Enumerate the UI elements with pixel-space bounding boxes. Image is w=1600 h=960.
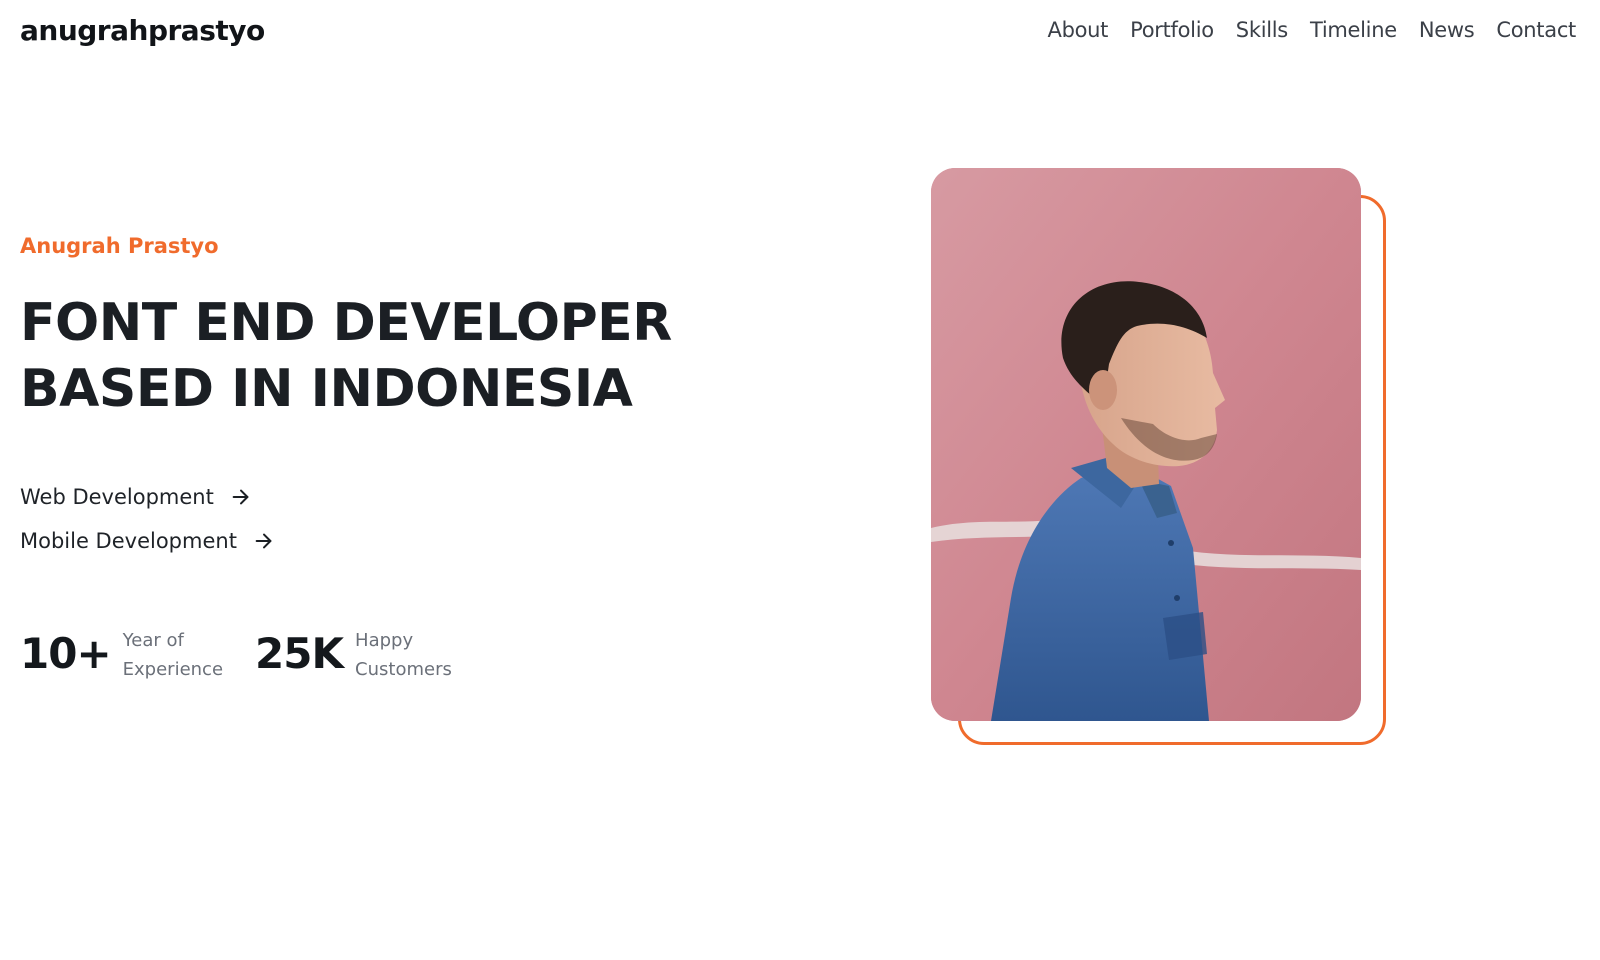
stat-customers: 25K Happy Customers bbox=[255, 625, 452, 684]
stat-value: 10+ bbox=[20, 629, 112, 678]
stat-label-line-2: Experience bbox=[122, 659, 224, 680]
service-label: Web Development bbox=[20, 485, 214, 509]
hero-headline: FONT END DEVELOPER BASED IN INDONESIA bbox=[20, 290, 740, 422]
nav-contact[interactable]: Contact bbox=[1496, 18, 1576, 42]
page: anugrahprastyo About Portfolio Skills Ti… bbox=[0, 0, 1600, 960]
headline-line-2: BASED IN INDONESIA bbox=[20, 359, 633, 419]
stat-label-line-1: Happy bbox=[355, 630, 414, 651]
arrow-right-icon bbox=[255, 533, 272, 549]
services-list: Web Development Mobile Development bbox=[20, 482, 275, 556]
profile-photo-illustration bbox=[931, 168, 1361, 721]
stat-experience: 10+ Year of Experience bbox=[20, 625, 223, 684]
profile-photo bbox=[931, 168, 1361, 721]
stat-label: Happy Customers bbox=[355, 625, 452, 684]
stat-label-line-1: Year of bbox=[122, 630, 184, 651]
stat-value: 25K bbox=[255, 629, 344, 678]
nav-news[interactable]: News bbox=[1419, 18, 1475, 42]
nav-skills[interactable]: Skills bbox=[1236, 18, 1288, 42]
nav-about[interactable]: About bbox=[1048, 18, 1109, 42]
site-logo[interactable]: anugrahprastyo bbox=[20, 14, 265, 47]
main-nav: About Portfolio Skills Timeline News Con… bbox=[1048, 18, 1577, 42]
service-label: Mobile Development bbox=[20, 529, 237, 553]
stat-label: Year of Experience bbox=[123, 625, 223, 684]
hero-subtitle: Anugrah Prastyo bbox=[20, 234, 219, 258]
headline-line-1: FONT END DEVELOPER bbox=[20, 293, 672, 353]
service-mobile-development-link[interactable]: Mobile Development bbox=[20, 526, 275, 556]
nav-timeline[interactable]: Timeline bbox=[1310, 18, 1397, 42]
arrow-right-icon bbox=[232, 489, 249, 505]
nav-portfolio[interactable]: Portfolio bbox=[1130, 18, 1214, 42]
service-web-development-link[interactable]: Web Development bbox=[20, 482, 275, 512]
stats: 10+ Year of Experience 25K Happy Custome… bbox=[20, 625, 452, 684]
stat-label-line-2: Customers bbox=[355, 659, 452, 680]
